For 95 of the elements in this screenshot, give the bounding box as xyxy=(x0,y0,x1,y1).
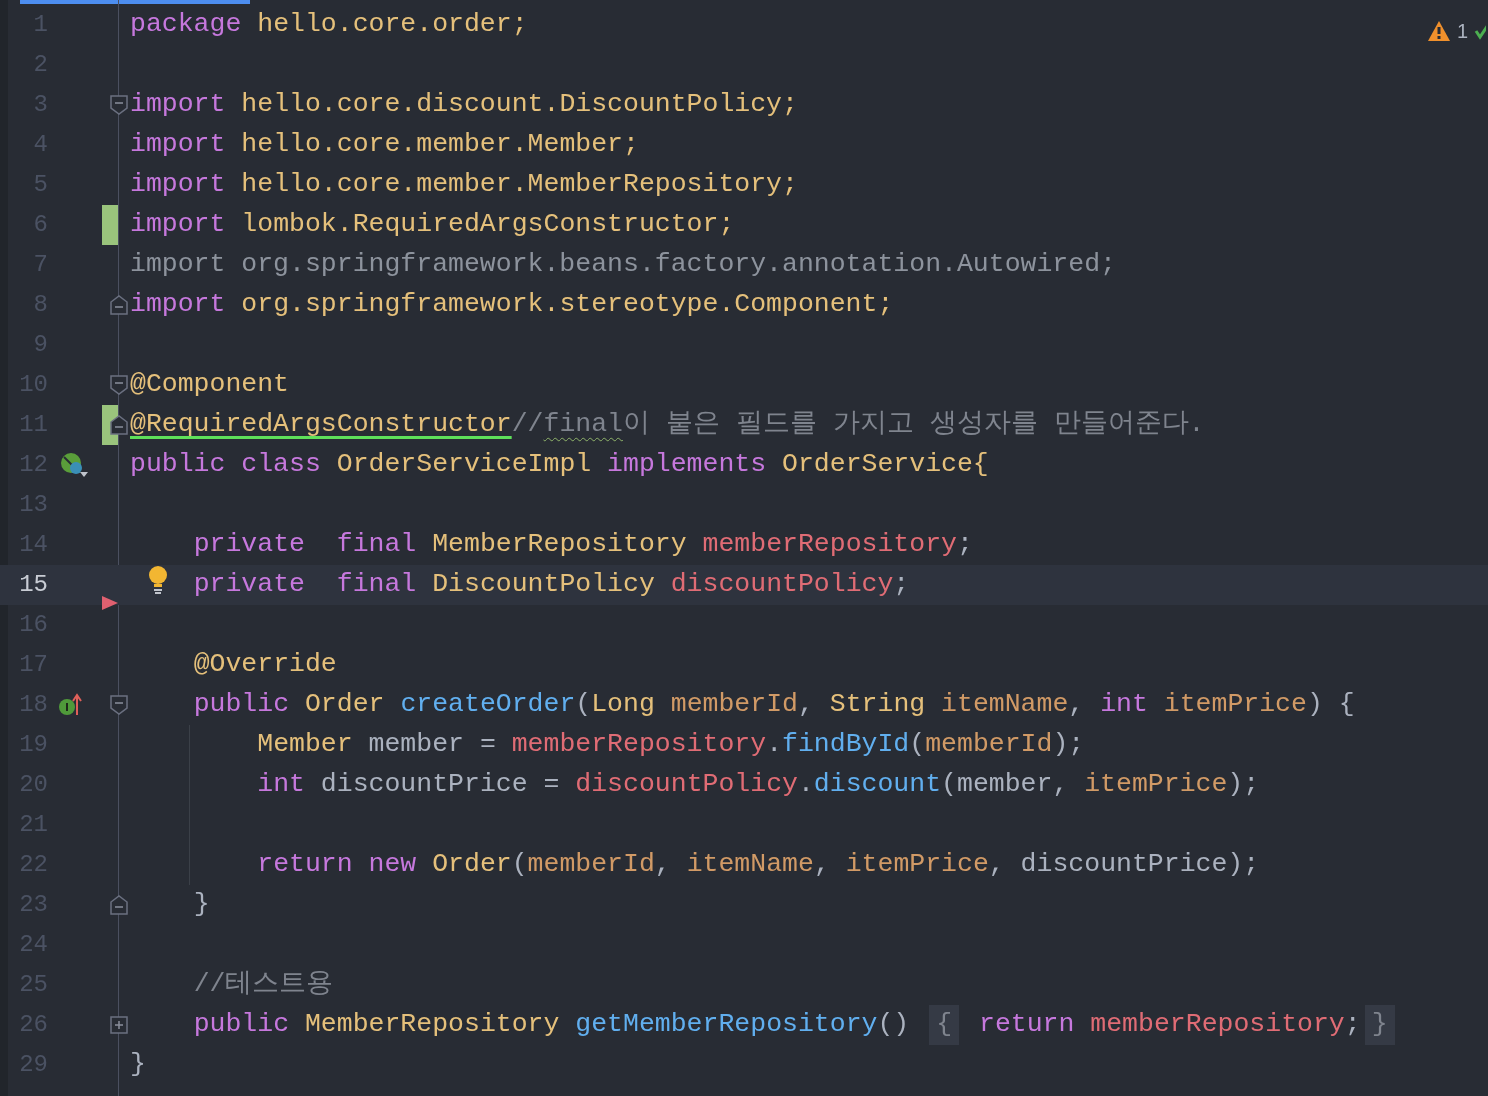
type-name: Long xyxy=(591,688,656,722)
keyword: import xyxy=(130,208,226,242)
field-name: memberRepository xyxy=(1089,1008,1345,1042)
fold-end-icon[interactable] xyxy=(110,415,128,435)
parameter-name: itemName xyxy=(941,688,1069,722)
code-comment: // xyxy=(511,408,544,442)
parameter-name: itemPrice xyxy=(1163,688,1307,722)
annotation: @Override xyxy=(193,648,337,682)
code-text: discountPrice = xyxy=(319,768,561,802)
keyword: private final xyxy=(193,568,417,602)
keyword: return new xyxy=(257,848,417,882)
keyword: public xyxy=(193,688,290,722)
keyword: public xyxy=(193,1008,290,1042)
type-name: Order xyxy=(431,848,512,882)
keyword: import xyxy=(130,88,226,122)
code-text: , xyxy=(654,848,672,882)
code-text: } xyxy=(193,888,210,922)
code-text: } xyxy=(130,1048,146,1082)
folded-brace: } xyxy=(1364,1005,1395,1045)
fold-icon[interactable] xyxy=(110,95,128,115)
keyword: package xyxy=(130,8,242,42)
fold-icon[interactable] xyxy=(110,375,128,395)
line-number: 15 xyxy=(18,570,48,600)
annotation: @Component xyxy=(130,368,290,402)
method-name: createOrder xyxy=(400,688,576,722)
type-name: hello.core.order; xyxy=(256,8,528,42)
type-name: hello.core.member.Member; xyxy=(240,128,639,162)
type-name: MemberRepository xyxy=(431,528,688,562)
unused-import: import org.springframework.beans.factory.annotation.Autowired; xyxy=(130,248,1116,282)
keyword: int xyxy=(257,768,305,802)
type-name: DiscountPolicy xyxy=(431,568,656,602)
code-text: , discountPrice); xyxy=(988,848,1260,882)
bean-icon[interactable] xyxy=(59,452,89,478)
code-text: , xyxy=(797,688,815,722)
parameter-name: memberId xyxy=(925,728,1053,762)
code-text: member = xyxy=(368,728,497,762)
lightbulb-icon[interactable] xyxy=(148,565,168,595)
code-text: ( xyxy=(575,688,592,722)
type-name: OrderServiceImpl xyxy=(335,448,593,482)
type-name: hello.core.member.MemberRepository; xyxy=(240,168,798,202)
code-comment: 이 붙은 필드를 가지고 생성자를 만들어준다. xyxy=(623,408,1205,442)
parameter-name: itemPrice xyxy=(1084,768,1228,802)
field-name: memberRepository xyxy=(511,728,767,762)
warning-count[interactable]: 1 xyxy=(1456,16,1468,46)
field-name: memberRepository xyxy=(702,528,957,562)
triangle-marker-icon[interactable] xyxy=(102,595,118,611)
fold-icon[interactable] xyxy=(110,695,128,715)
parameter-name: memberId xyxy=(670,688,798,722)
method-name: discount xyxy=(813,768,942,802)
field-name: discountPolicy xyxy=(670,568,894,602)
keyword: return xyxy=(977,1008,1075,1042)
method-name: getMemberRepository xyxy=(575,1008,878,1042)
parameter-name: memberId xyxy=(527,848,655,882)
code-text: ; xyxy=(1344,1008,1361,1042)
keyword: import xyxy=(130,288,226,322)
keyword: public class xyxy=(130,448,321,482)
parameter-name: itemPrice xyxy=(845,848,989,882)
keyword: import xyxy=(130,128,226,162)
expand-icon[interactable] xyxy=(110,1016,128,1034)
type-name: Order xyxy=(303,688,386,722)
parameter-name: itemName xyxy=(686,848,814,882)
code-text: , xyxy=(1068,688,1086,722)
code-comment: final xyxy=(543,408,623,442)
code-text: ); xyxy=(1052,728,1085,762)
type-name: org.springframework.stereotype.Component; xyxy=(240,288,894,322)
code-text: ) { xyxy=(1306,688,1355,722)
code-text: . xyxy=(797,768,814,802)
code-text: () xyxy=(877,1008,911,1042)
fold-end-icon[interactable] xyxy=(110,295,128,315)
annotation: @RequiredArgsConstructor xyxy=(130,408,512,442)
code-comment: //테스트용 xyxy=(193,968,334,1002)
code-text: ; xyxy=(956,528,973,562)
code-text: ); xyxy=(1227,768,1260,802)
field-name: discountPolicy xyxy=(575,768,798,802)
code-text: ( xyxy=(909,728,926,762)
code-text: , xyxy=(813,848,831,882)
keyword: implements xyxy=(607,448,767,482)
warning-icon[interactable] xyxy=(1426,20,1451,42)
keyword: int xyxy=(1100,688,1149,722)
code-text: . xyxy=(766,728,783,762)
keyword: private final xyxy=(193,528,417,562)
code-text: ; xyxy=(893,568,910,602)
implements-icon[interactable] xyxy=(59,693,85,717)
type-name: String xyxy=(829,688,927,722)
code-text: ( xyxy=(511,848,528,882)
type-name: hello.core.discount.DiscountPolicy; xyxy=(240,88,798,122)
method-name: findById xyxy=(782,728,910,762)
type-name: OrderService{ xyxy=(781,448,989,482)
code-text: (member, xyxy=(941,768,1070,802)
keyword: import xyxy=(130,168,226,202)
folded-brace: { xyxy=(929,1005,960,1045)
type-name: Member xyxy=(257,728,354,762)
type-name: lombok.RequiredArgsConstructor; xyxy=(240,208,735,242)
type-name: MemberRepository xyxy=(303,1008,561,1042)
fold-end-icon[interactable] xyxy=(110,895,128,915)
